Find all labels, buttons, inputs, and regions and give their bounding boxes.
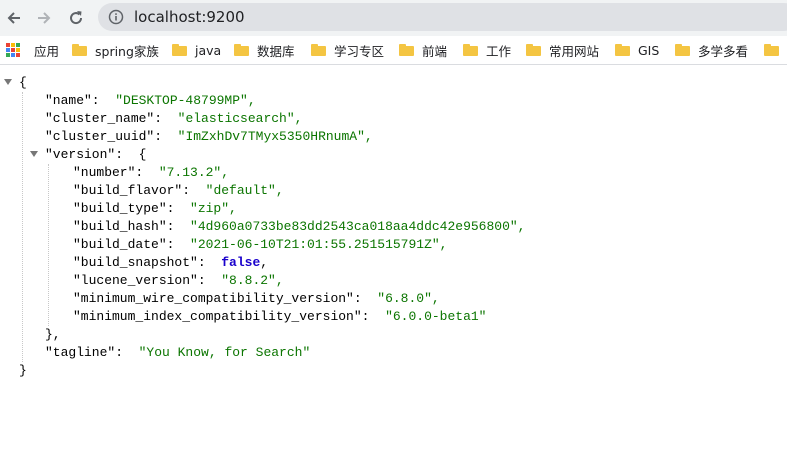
- collapse-toggle-version[interactable]: [30, 151, 38, 157]
- folder-icon: [311, 44, 326, 56]
- json-key: "build_snapshot":: [73, 255, 206, 270]
- json-key: "version":: [45, 147, 124, 162]
- json-key: "cluster_uuid":: [45, 129, 163, 144]
- browser-toolbar: localhost:9200: [0, 0, 787, 36]
- bookmark-folder[interactable]: java: [172, 40, 221, 60]
- arrow-left-icon: [7, 12, 20, 24]
- bookmark-folder[interactable]: 学习专区: [311, 40, 384, 60]
- folder-icon: [234, 44, 249, 56]
- json-open-brace: {: [19, 75, 27, 90]
- json-entry-build-date: "build_date": "2021-06-10T21:01:55.25151…: [73, 236, 447, 254]
- json-entry-build-hash: "build_hash": "4d960a0733be83dd2543ca018…: [73, 218, 526, 236]
- bookmarks-bar: 应用 spring家族 java 数据库 学习专区 前端 工作 常用网站 GIS…: [0, 36, 787, 65]
- json-string-value: "default",: [205, 183, 284, 198]
- collapse-toggle-root[interactable]: [4, 79, 12, 85]
- json-key: "build_hash":: [73, 219, 175, 234]
- json-key: "cluster_name":: [45, 111, 163, 126]
- json-string-value: "DESKTOP-48799MP",: [115, 93, 256, 108]
- bookmark-folder-truncated[interactable]: [764, 40, 787, 60]
- reload-button[interactable]: [64, 6, 88, 30]
- json-entry-cluster-uuid: "cluster_uuid": "ImZxhDv7TMyx5350HRnumA"…: [45, 128, 373, 146]
- folder-icon: [526, 44, 541, 56]
- json-entry-tagline: "tagline": "You Know, for Search": [45, 344, 310, 362]
- bookmark-folder[interactable]: 前端: [399, 40, 447, 60]
- address-bar[interactable]: localhost:9200: [98, 3, 787, 31]
- reload-icon: [70, 11, 83, 25]
- folder-icon: [463, 44, 478, 56]
- json-key: "tagline":: [45, 345, 124, 360]
- bookmark-folder[interactable]: 常用网站: [526, 40, 599, 60]
- bookmark-label: 工作: [486, 43, 512, 59]
- json-string-value: "6.0.0-beta1": [385, 309, 487, 324]
- json-entry-name: "name": "DESKTOP-48799MP",: [45, 92, 256, 110]
- json-entry-build-flavor: "build_flavor": "default",: [73, 182, 284, 200]
- url-text[interactable]: localhost:9200: [134, 8, 245, 26]
- bookmark-label: 多学多看: [698, 43, 749, 59]
- folder-icon: [72, 44, 87, 56]
- json-key: "name":: [45, 93, 100, 108]
- indent-guide: [48, 164, 49, 326]
- json-key: "number":: [73, 165, 144, 180]
- json-key: "build_type":: [73, 201, 175, 216]
- bookmark-folder[interactable]: 数据库: [234, 40, 295, 60]
- json-comma: ,: [260, 255, 269, 270]
- folder-icon: [172, 44, 187, 56]
- json-string-value: "8.8.2",: [221, 273, 284, 288]
- json-viewer: { "name": "DESKTOP-48799MP", "cluster_na…: [0, 66, 787, 468]
- json-close-brace-version: },: [45, 327, 61, 342]
- json-entry-version: "version": {: [45, 146, 146, 164]
- json-entry-cluster-name: "cluster_name": "elasticsearch",: [45, 110, 302, 128]
- bookmark-label: 应用: [34, 43, 60, 59]
- json-string-value: "ImZxhDv7TMyx5350HRnumA",: [177, 129, 373, 144]
- bookmark-folder[interactable]: 工作: [463, 40, 511, 60]
- json-open-brace: {: [138, 147, 147, 162]
- apps-icon: [6, 43, 20, 57]
- bookmark-apps[interactable]: 应用: [6, 40, 59, 60]
- folder-icon: [675, 44, 690, 56]
- json-key: "build_date":: [73, 237, 175, 252]
- json-close-brace: }: [19, 363, 27, 378]
- bookmark-folder[interactable]: spring家族: [72, 40, 159, 60]
- back-button[interactable]: [2, 6, 26, 30]
- json-string-value: "zip",: [190, 201, 237, 216]
- json-key: "minimum_index_compatibility_version":: [73, 309, 370, 324]
- json-entry-build-type: "build_type": "zip",: [73, 200, 237, 218]
- json-entry-number: "number": "7.13.2",: [73, 164, 229, 182]
- json-string-value: "7.13.2",: [158, 165, 230, 180]
- json-entry-min-wire-version: "minimum_wire_compatibility_version": "6…: [73, 290, 440, 308]
- json-key: "lucene_version":: [73, 273, 206, 288]
- bookmark-label: GIS: [638, 42, 660, 58]
- bookmark-label: 常用网站: [549, 43, 600, 59]
- bookmark-folder[interactable]: 多学多看: [675, 40, 748, 60]
- bookmark-label: java: [195, 42, 222, 58]
- folder-icon: [399, 44, 414, 56]
- json-key: "build_flavor":: [73, 183, 191, 198]
- json-string-value: "6.8.0",: [377, 291, 440, 306]
- json-string-value: "2021-06-10T21:01:55.251515791Z",: [190, 237, 448, 252]
- bookmark-label: 前端: [422, 43, 448, 59]
- json-entry-min-index-version: "minimum_index_compatibility_version": "…: [73, 308, 486, 326]
- json-entry-lucene-version: "lucene_version": "8.8.2",: [73, 272, 284, 290]
- json-entry-build-snapshot: "build_snapshot": false,: [73, 254, 268, 272]
- indent-guide: [22, 92, 23, 362]
- json-boolean-value: false: [221, 255, 261, 270]
- folder-icon: [764, 44, 779, 56]
- bookmark-label: 学习专区: [334, 43, 385, 59]
- json-key: "minimum_wire_compatibility_version":: [73, 291, 362, 306]
- folder-icon: [615, 44, 630, 56]
- arrow-right-icon: [38, 12, 51, 24]
- forward-button[interactable]: [32, 6, 56, 30]
- bookmark-label: spring家族: [95, 43, 159, 59]
- bookmark-folder[interactable]: GIS: [615, 40, 659, 60]
- bookmark-label: 数据库: [257, 43, 295, 59]
- json-string-value: "You Know, for Search": [138, 345, 311, 360]
- json-string-value: "4d960a0733be83dd2543ca018aa4ddc42e95680…: [190, 219, 526, 234]
- json-string-value: "elasticsearch",: [177, 111, 303, 126]
- info-icon[interactable]: [108, 9, 124, 25]
